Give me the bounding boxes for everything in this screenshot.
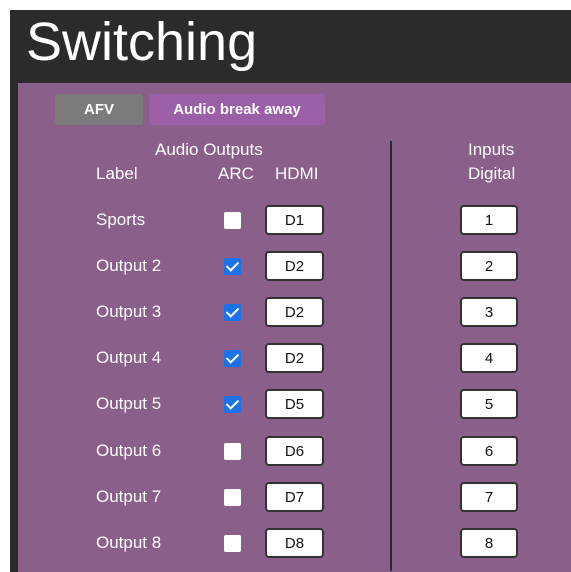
arc-checkbox[interactable]: [224, 535, 241, 552]
output-label: Output 4: [96, 348, 162, 367]
digital-input-button[interactable]: 7: [460, 482, 518, 512]
arc-checkbox[interactable]: [224, 350, 241, 367]
arc-checkbox[interactable]: [224, 212, 241, 229]
digital-input-button[interactable]: 2: [460, 251, 518, 281]
arc-checkbox[interactable]: [224, 304, 241, 321]
hdmi-source-button[interactable]: D7: [265, 482, 324, 512]
digital-input-button[interactable]: 8: [460, 528, 518, 558]
label-column-header: Label: [96, 164, 138, 183]
inputs-header: Inputs: [468, 140, 515, 159]
tab-audio-break-away[interactable]: Audio break away: [149, 94, 325, 125]
digital-input-button[interactable]: 6: [460, 436, 518, 466]
output-label: Output 8: [96, 533, 162, 552]
digital-input-button[interactable]: 3: [460, 297, 518, 327]
hdmi-source-button[interactable]: D6: [265, 436, 324, 466]
app-frame: Switching AFV Audio break away Audio Out…: [10, 10, 571, 572]
page-title: Switching: [26, 12, 258, 72]
arc-checkbox[interactable]: [224, 443, 241, 460]
hdmi-source-button[interactable]: D2: [265, 297, 324, 327]
digital-column-header: Digital: [468, 164, 516, 183]
hdmi-source-button[interactable]: D2: [265, 343, 324, 373]
switching-panel: AFV Audio break away Audio Outputs Label…: [18, 83, 571, 572]
digital-input-button[interactable]: 4: [460, 343, 518, 373]
output-label: Output 2: [96, 256, 162, 275]
arc-column-header: ARC: [218, 164, 254, 183]
output-label: Output 3: [96, 302, 162, 321]
tab-afv[interactable]: AFV: [55, 94, 143, 125]
output-label: Sports: [96, 210, 146, 229]
output-label: Output 7: [96, 487, 162, 506]
output-label: Output 6: [96, 441, 162, 460]
hdmi-source-button[interactable]: D2: [265, 251, 324, 281]
digital-input-button[interactable]: 5: [460, 389, 518, 419]
column-divider: [390, 141, 392, 571]
digital-input-button[interactable]: 1: [460, 205, 518, 235]
arc-checkbox[interactable]: [224, 258, 241, 275]
output-label: Output 5: [96, 394, 162, 413]
audio-outputs-header: Audio Outputs: [155, 140, 263, 159]
hdmi-column-header: HDMI: [275, 164, 319, 183]
hdmi-source-button[interactable]: D8: [265, 528, 324, 558]
arc-checkbox[interactable]: [224, 396, 241, 413]
hdmi-source-button[interactable]: D1: [265, 205, 324, 235]
hdmi-source-button[interactable]: D5: [265, 389, 324, 419]
arc-checkbox[interactable]: [224, 489, 241, 506]
